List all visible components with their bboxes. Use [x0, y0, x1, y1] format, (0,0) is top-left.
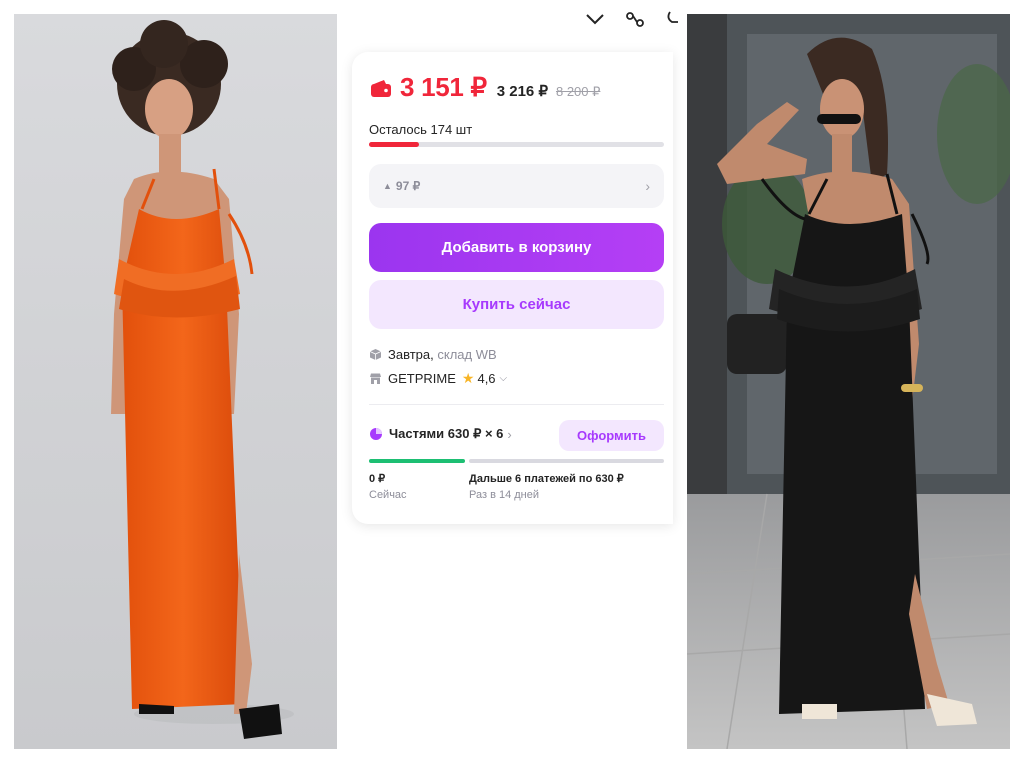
payment-rest: Дальше 6 платежей по 630 ₽ Раз в 14 дней: [469, 472, 624, 501]
buy-now-button[interactable]: Купить сейчас: [369, 280, 664, 329]
payment-now-amount: 0 ₽: [369, 473, 386, 485]
stock-progress-fill: [369, 142, 420, 147]
payment-rest-amount: Дальше 6 платежей по 630 ₽: [469, 473, 624, 485]
payment-now: 0 ₽ Сейчас: [369, 472, 407, 501]
compare-icon[interactable]: [624, 8, 646, 30]
top-toolbar: [584, 8, 684, 30]
payment-now-label: Сейчас: [369, 489, 407, 501]
product-photo-black-dress: [687, 14, 1010, 749]
chevron-down-small-icon: ⌵: [499, 373, 508, 384]
old-price: 8 200 ₽: [555, 84, 601, 99]
chevron-right-icon: ›: [507, 426, 512, 442]
triangle-up-icon: ▲: [383, 181, 392, 191]
stock-progress-bar: [369, 142, 664, 147]
chevron-right-icon: ›: [645, 178, 650, 194]
price-row: 3 151 ₽ 3 216 ₽ 8 200 ₽: [370, 72, 600, 103]
seller-name: GETPRIME: [388, 371, 456, 386]
seller-rating: 4,6: [477, 371, 496, 386]
share-icon[interactable]: [664, 8, 686, 30]
pie-chart-icon: [369, 427, 383, 441]
installment-segment-rest: [469, 459, 664, 463]
price-drop-row[interactable]: ▲ 97 ₽ ›: [369, 164, 664, 208]
wallet-price: 3 216 ₽: [496, 83, 548, 100]
wallet-icon: [370, 80, 392, 98]
divider: [369, 404, 664, 405]
delivery-info: Завтра, склад WB: [369, 347, 497, 362]
current-price: 3 151 ₽: [400, 72, 487, 102]
payment-rest-label: Раз в 14 дней: [469, 489, 540, 501]
star-icon: ★: [461, 370, 475, 386]
product-photo-orange-dress: [14, 14, 337, 749]
delivery-warehouse: склад WB: [437, 347, 497, 362]
arrange-installment-button[interactable]: Оформить: [559, 420, 664, 451]
store-icon: [369, 372, 382, 385]
seller-info[interactable]: GETPRIME ★ 4,6 ⌵: [369, 370, 507, 387]
purchase-card: 3 151 ₽ 3 216 ₽ 8 200 ₽ Осталось 174 шт …: [352, 52, 673, 524]
box-icon: [369, 348, 382, 361]
installment-title: Частями 630 ₽ × 6: [389, 426, 504, 441]
chevron-down-icon[interactable]: [584, 8, 606, 30]
price-drop-value: 97 ₽: [395, 179, 421, 193]
stock-label: Осталось 174 шт: [369, 122, 473, 137]
delivery-day: Завтра,: [388, 347, 434, 362]
installment-link[interactable]: Частями 630 ₽ × 6 ›: [369, 426, 512, 442]
installment-segment-now: [369, 459, 465, 463]
add-to-cart-button[interactable]: Добавить в корзину: [369, 223, 664, 272]
